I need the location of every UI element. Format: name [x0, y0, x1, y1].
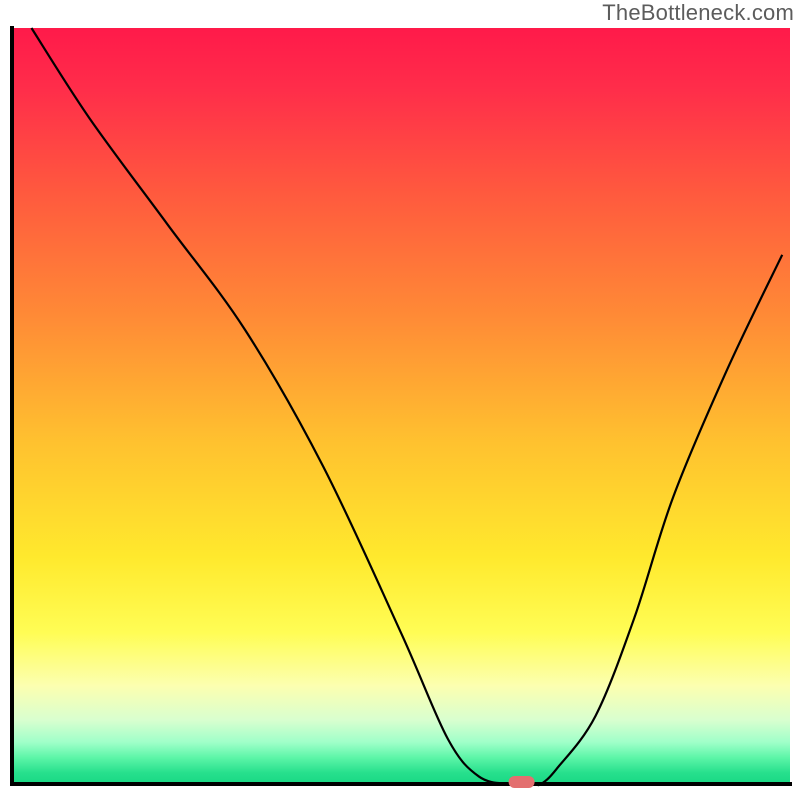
- attribution-label: TheBottleneck.com: [602, 0, 794, 26]
- chart-svg: [0, 0, 800, 800]
- plot-background: [12, 28, 790, 784]
- bottleneck-chart: TheBottleneck.com: [0, 0, 800, 800]
- optimal-marker: [509, 776, 535, 788]
